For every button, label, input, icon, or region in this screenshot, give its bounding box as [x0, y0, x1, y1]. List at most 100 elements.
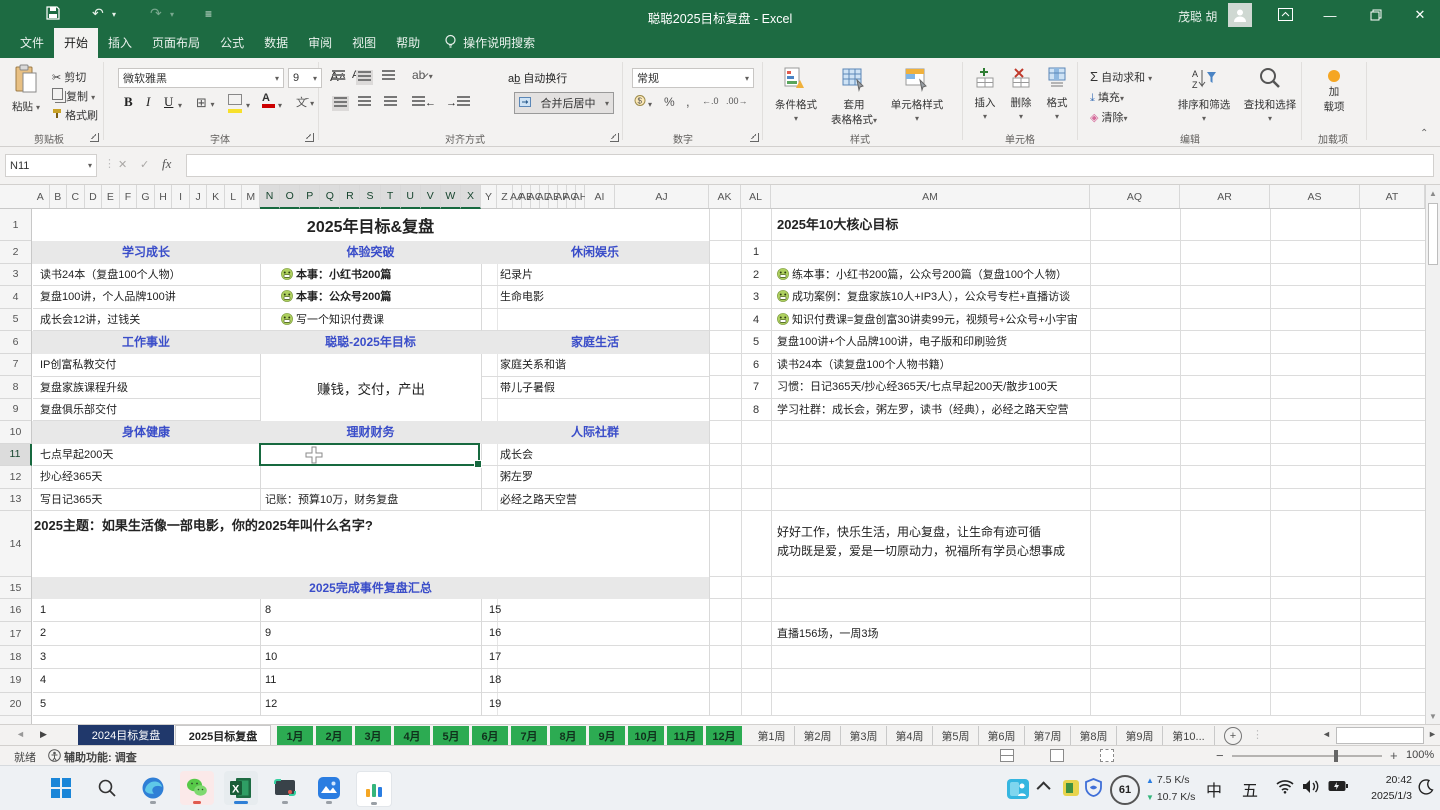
close-button[interactable]: ✕	[1400, 0, 1440, 30]
row-header-11[interactable]: 11	[0, 444, 32, 467]
vertical-scrollbar[interactable]: ▲ ▼	[1425, 185, 1440, 724]
column-header-T[interactable]: T	[381, 185, 401, 209]
column-header-AJ[interactable]: AJ	[615, 185, 709, 208]
fill-color-button[interactable]	[228, 94, 242, 113]
column-header-Y[interactable]: Y	[481, 185, 497, 208]
font-dialog-launcher[interactable]	[305, 133, 314, 142]
panel-item-text[interactable]: 成功案例：复盘家族10人+IP3人），公众号专栏+直播访谈	[777, 286, 1070, 308]
wechat-icon[interactable]	[180, 771, 214, 805]
sheet-tab-7月[interactable]: 7月	[511, 726, 547, 745]
list-cell[interactable]: 11	[261, 669, 481, 692]
bold-button[interactable]: B	[124, 94, 133, 110]
menu-tab-插入[interactable]: 插入	[98, 28, 142, 58]
autosum-button[interactable]: Σ 自动求和 ▾	[1090, 69, 1152, 85]
column-header-F[interactable]: F	[120, 185, 138, 208]
format-cells-button[interactable]: 格式▾	[1040, 66, 1074, 122]
number-format-select[interactable]: 常规▾	[632, 68, 754, 88]
list-cell[interactable]: 12	[261, 693, 481, 716]
cell[interactable]: 写一个知识付费课	[261, 309, 481, 331]
column-header-A[interactable]: A	[32, 185, 50, 208]
column-header-AR[interactable]: AR	[1180, 185, 1270, 208]
cell[interactable]	[261, 466, 481, 489]
alignment-dialog-launcher[interactable]	[610, 133, 619, 142]
font-color-button[interactable]: A	[262, 92, 275, 108]
borders-icon[interactable]: ⊞ ▾	[196, 95, 215, 111]
fill-button[interactable]: ⤓ 填充▾	[1090, 89, 1124, 105]
avatar[interactable]	[1228, 3, 1252, 27]
row-header-3[interactable]: 3	[0, 264, 31, 287]
edge-icon[interactable]	[136, 771, 170, 805]
column-header-G[interactable]: G	[137, 185, 155, 208]
cell[interactable]	[482, 309, 709, 331]
menu-tab-视图[interactable]: 视图	[342, 28, 386, 58]
list-cell[interactable]: 19	[482, 693, 709, 716]
page-break-view-icon[interactable]	[1100, 749, 1114, 762]
panel-item-number[interactable]: 2	[741, 264, 771, 286]
tray-yellow-icon[interactable]	[1062, 779, 1080, 797]
tray-shield-icon[interactable]	[1084, 778, 1103, 797]
list-cell[interactable]: 1	[33, 599, 260, 622]
comma-style-icon[interactable]: ,	[686, 94, 690, 109]
font-size-select[interactable]: 9▾	[288, 68, 322, 88]
menu-tab-页面布局[interactable]: 页面布局	[142, 28, 210, 58]
list-cell[interactable]: 3	[33, 646, 260, 669]
format-as-table-button[interactable]: 套用表格格式▾	[826, 66, 882, 127]
column-header-AM[interactable]: AM	[771, 185, 1090, 208]
ime-wubi-indicator[interactable]: 五	[1242, 777, 1258, 801]
moon-icon[interactable]	[1418, 779, 1434, 795]
column-header-P[interactable]: P	[300, 185, 320, 209]
horizontal-scroll-thumb[interactable]	[1336, 727, 1424, 744]
minimize-button[interactable]: —	[1310, 0, 1350, 30]
cell[interactable]: 抄心经365天	[33, 466, 260, 489]
sheet-tab-9月[interactable]: 9月	[589, 726, 625, 745]
find-select-button[interactable]: 查找和选择▾	[1236, 66, 1304, 124]
taskbar-search-icon[interactable]	[90, 771, 124, 805]
column-header-U[interactable]: U	[401, 185, 421, 209]
row-header-14[interactable]: 14	[0, 511, 31, 577]
decrease-decimal-icon[interactable]: .00→	[726, 96, 748, 106]
list-cell[interactable]: 9	[261, 622, 481, 645]
sheet-tab-第3周[interactable]: 第3周	[841, 726, 887, 745]
battery-icon[interactable]	[1328, 780, 1348, 792]
panel-item-text[interactable]: 知识付费课=复盘创富30讲卖99元，视频号+公众号+小宇宙	[777, 309, 1078, 331]
column-header-S[interactable]: S	[360, 185, 380, 209]
cell[interactable]: 写日记365天	[33, 489, 260, 511]
panel-item-text[interactable]: 练本事：小红书200篇，公众号200篇（复盘100个人物）	[777, 264, 1067, 286]
section-header[interactable]: 理财财务	[260, 423, 481, 440]
cell[interactable]: 带儿子暑假	[482, 377, 709, 399]
clock[interactable]: 20:422025/1/3	[1358, 772, 1412, 804]
column-header-AS[interactable]: AS	[1270, 185, 1360, 208]
cell[interactable]: 成长会12讲，过钱关	[33, 309, 260, 331]
cell[interactable]: 复盘家族课程升级	[33, 377, 260, 399]
ime-mode-indicator[interactable]: 中	[1206, 777, 1222, 801]
fx-icon[interactable]: fx	[162, 156, 171, 172]
sheet-tab-第1周[interactable]: 第1周	[749, 726, 795, 745]
section-header[interactable]: 休闲娱乐	[481, 243, 709, 260]
list-cell[interactable]: 5	[33, 693, 260, 716]
number-dialog-launcher[interactable]	[750, 133, 759, 142]
align-middle-icon[interactable]	[356, 70, 373, 85]
column-header-R[interactable]: R	[340, 185, 360, 209]
panel-title[interactable]: 2025年10大核心目标	[777, 209, 898, 241]
column-header-AI[interactable]: AI	[585, 185, 615, 208]
increase-indent-icon[interactable]: →	[446, 96, 470, 109]
clear-button[interactable]: ◈ 清除▾	[1090, 109, 1128, 125]
row-header-18[interactable]: 18	[0, 646, 31, 669]
insert-cells-button[interactable]: 插入▾	[968, 66, 1002, 122]
net-speed[interactable]: ▲ 7.5 K/s ▼ 10.7 K/s	[1146, 772, 1195, 806]
menu-tab-开始[interactable]: 开始	[54, 28, 98, 58]
list-cell[interactable]: 16	[482, 622, 709, 645]
cell[interactable]: 必经之路天空营	[482, 489, 709, 511]
align-right-icon[interactable]	[384, 96, 397, 109]
section-header[interactable]: 体验突破	[260, 243, 481, 260]
column-header-W[interactable]: W	[441, 185, 461, 209]
italic-button[interactable]: I	[146, 94, 150, 110]
column-header-AL[interactable]: AL	[741, 185, 771, 208]
zoom-in-button[interactable]: +	[1390, 748, 1398, 763]
cloud-app-icon[interactable]	[312, 771, 346, 805]
list-cell[interactable]: 18	[482, 669, 709, 692]
align-bottom-icon[interactable]	[382, 70, 395, 83]
scroll-up-icon[interactable]: ▲	[1426, 185, 1440, 201]
sheet-tab-4月[interactable]: 4月	[394, 726, 430, 745]
copy-button[interactable]: 复制 ▾	[52, 88, 95, 104]
